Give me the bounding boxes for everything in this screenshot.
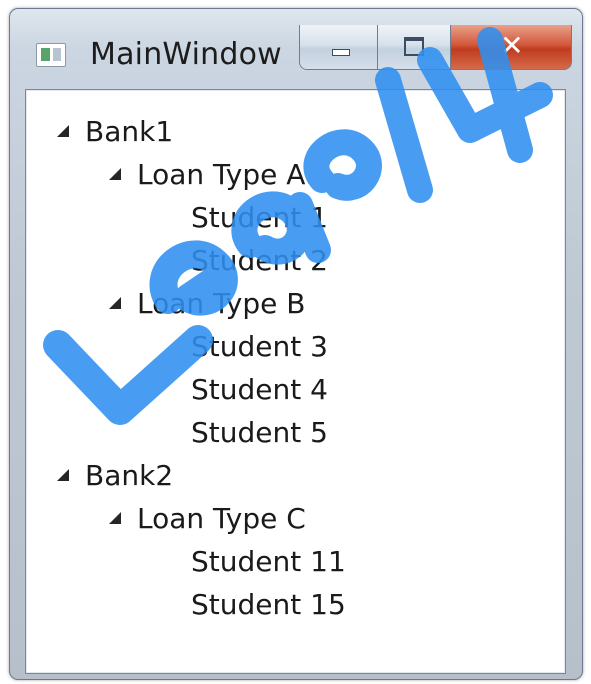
- expanded-triangle-icon[interactable]: [109, 168, 121, 180]
- expanded-triangle-icon[interactable]: [109, 297, 121, 309]
- tree-item-student[interactable]: Student 2: [191, 240, 328, 280]
- tree-view[interactable]: Bank1 Loan Type A Student 1 Student 2 Lo…: [25, 89, 566, 674]
- tree-item-student[interactable]: Student 11: [191, 541, 346, 581]
- expanded-triangle-icon[interactable]: [57, 125, 69, 137]
- caption-buttons: ✕: [299, 25, 572, 70]
- tree-item-student[interactable]: Student 4: [191, 369, 328, 409]
- tree-item-label: Student 1: [191, 200, 328, 234]
- tree-item-label: Loan Type C: [137, 501, 306, 535]
- tree-item-label: Student 15: [191, 587, 346, 621]
- tree-item-label: Bank1: [85, 114, 174, 148]
- close-button[interactable]: ✕: [450, 25, 571, 69]
- close-icon: ✕: [500, 29, 524, 62]
- tree-item-loan-type-b[interactable]: Loan Type B: [109, 283, 305, 323]
- tree-item-label: Loan Type B: [137, 286, 306, 320]
- tree-item-student[interactable]: Student 15: [191, 584, 346, 624]
- minimize-icon: [332, 49, 350, 56]
- maximize-button[interactable]: [378, 25, 451, 69]
- tree-item-label: Student 4: [191, 372, 328, 406]
- tree-item-loan-type-c[interactable]: Loan Type C: [109, 498, 306, 538]
- window-title: MainWindow: [90, 37, 282, 72]
- tree-item-loan-type-a[interactable]: Loan Type A: [109, 154, 305, 194]
- minimize-button[interactable]: [300, 25, 379, 69]
- tree-item-student[interactable]: Student 5: [191, 412, 328, 452]
- title-bar[interactable]: MainWindow ✕: [10, 9, 582, 81]
- tree-item-bank2[interactable]: Bank2: [57, 455, 173, 495]
- tree-item-label: Student 2: [191, 243, 328, 277]
- tree-item-label: Loan Type A: [137, 157, 306, 191]
- maximize-icon: [404, 37, 425, 56]
- main-window: MainWindow ✕ Bank1 Loan Type A Student 1: [9, 8, 583, 680]
- tree-item-label: Student 3: [191, 329, 328, 363]
- tree-item-label: Bank2: [85, 458, 174, 492]
- expanded-triangle-icon[interactable]: [109, 512, 121, 524]
- tree-item-student[interactable]: Student 3: [191, 326, 328, 366]
- tree-item-label: Student 5: [191, 415, 328, 449]
- tree-item-student[interactable]: Student 1: [191, 197, 328, 237]
- tree-item-bank1[interactable]: Bank1: [57, 111, 173, 151]
- window-app-icon[interactable]: [36, 43, 66, 67]
- expanded-triangle-icon[interactable]: [57, 469, 69, 481]
- tree-item-label: Student 11: [191, 544, 346, 578]
